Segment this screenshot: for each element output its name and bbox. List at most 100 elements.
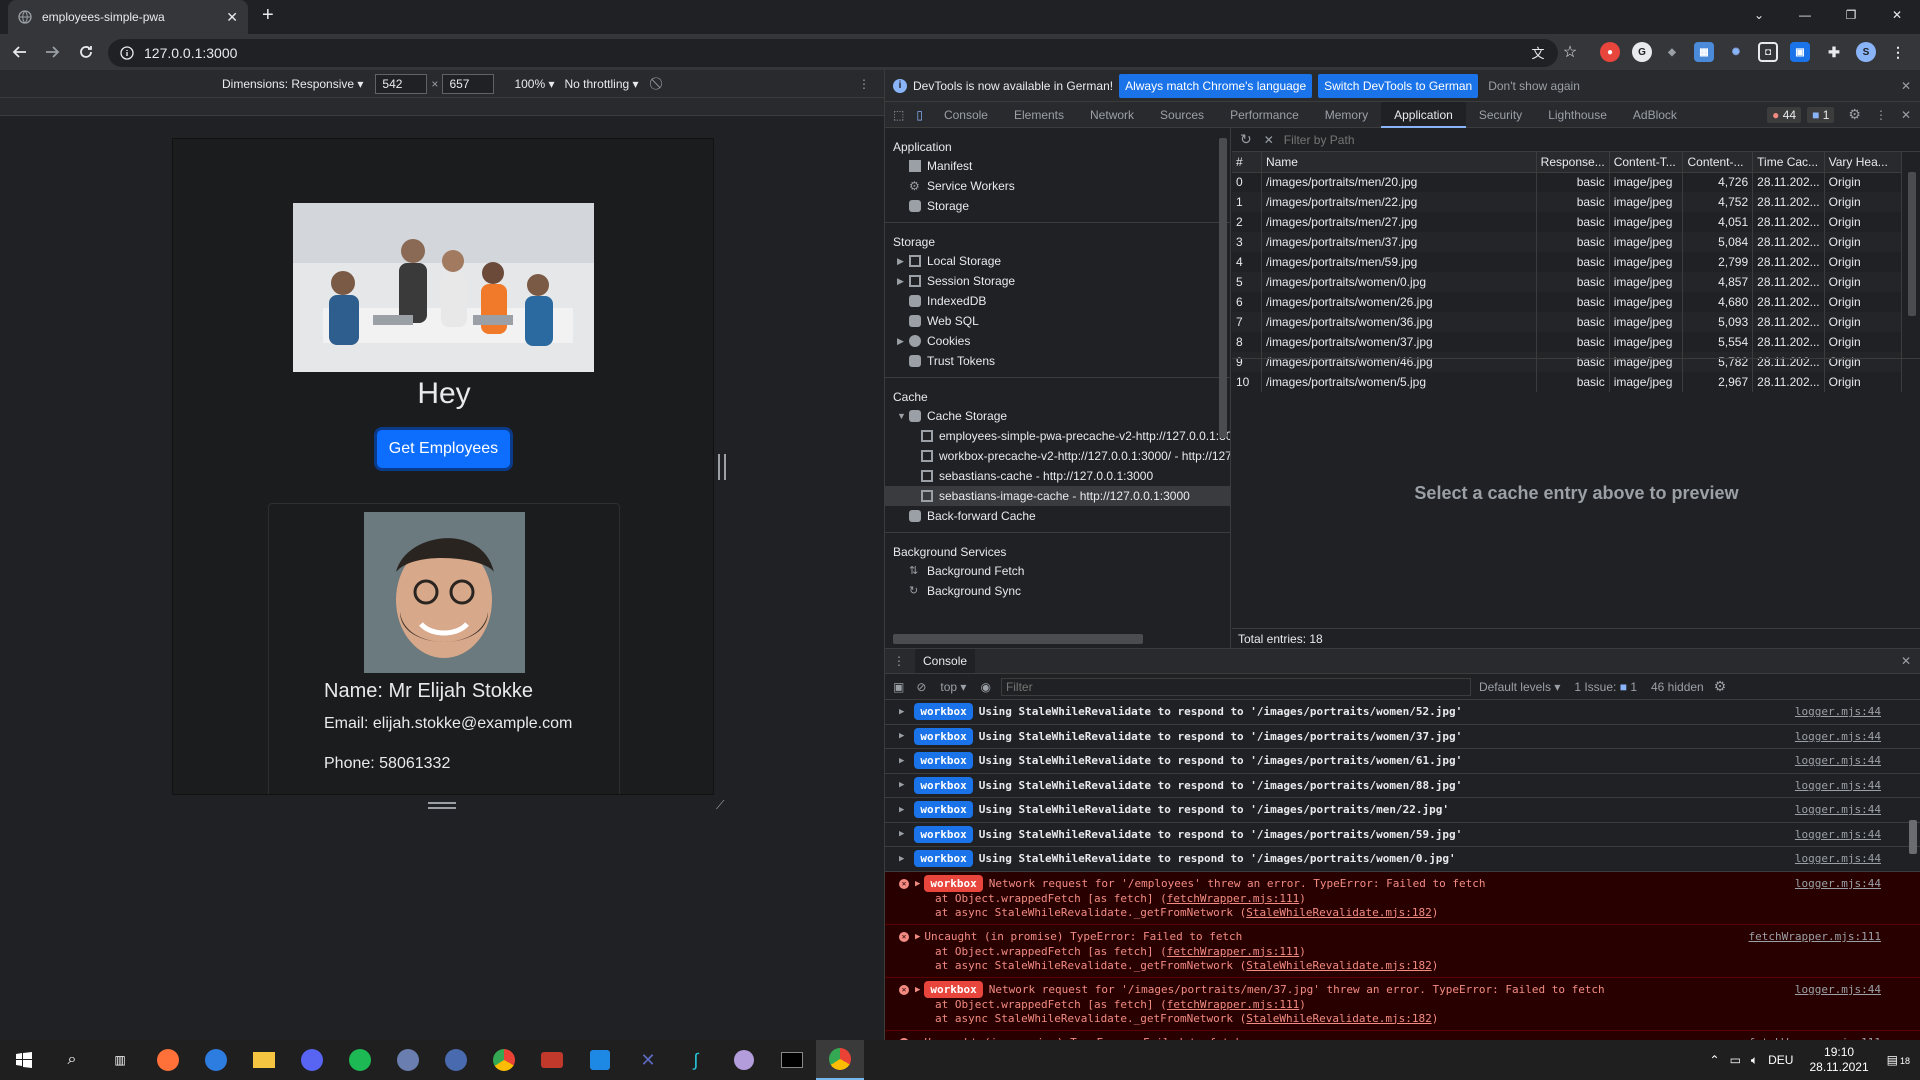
console-message[interactable]: ▶ workbox Using StaleWhileRevalidate to re… xyxy=(885,774,1920,798)
expand-arrow-icon[interactable]: ▶ xyxy=(899,756,904,766)
source-link[interactable]: logger.mjs:44 xyxy=(1795,730,1881,743)
tab-console[interactable]: Console xyxy=(931,102,1001,128)
sidebar-item-web-sql[interactable]: Web SQL xyxy=(885,311,1230,331)
live-expression-eye-icon[interactable]: ◉ xyxy=(980,680,990,694)
match-language-button[interactable]: Always match Chrome's language xyxy=(1119,73,1313,98)
spotify-icon[interactable] xyxy=(336,1040,384,1080)
stack-source-link[interactable]: fetchWrapper.mjs:111 xyxy=(1167,945,1299,958)
refresh-icon[interactable]: ↻ xyxy=(1240,131,1252,148)
extension-icon[interactable]: ◘ xyxy=(1758,42,1778,62)
table-row[interactable]: 2/images/portraits/men/27.jpg basic image/… xyxy=(1232,212,1903,232)
console-scrollbar[interactable] xyxy=(1909,820,1917,854)
source-link[interactable]: logger.mjs:44 xyxy=(1795,803,1881,816)
console-error[interactable]: ✕▶Uncaught (in promise) TypeError: Faile… xyxy=(885,1030,1920,1040)
chrome-icon[interactable] xyxy=(816,1040,864,1080)
tab-lighthouse[interactable]: Lighthouse xyxy=(1535,102,1620,128)
tab-network[interactable]: Network xyxy=(1077,102,1147,128)
right-resize-handle[interactable] xyxy=(718,454,726,480)
tab-sources[interactable]: Sources xyxy=(1147,102,1217,128)
firefox-icon[interactable] xyxy=(144,1040,192,1080)
sidebar-item-cookies[interactable]: ▶ Cookies xyxy=(885,331,1230,351)
console-error[interactable]: ✕ ▶ workbox Network request for '/images/po… xyxy=(885,977,1920,1031)
table-row[interactable]: 7/images/portraits/women/36.jpg basic imag… xyxy=(1232,312,1903,332)
console-message[interactable]: ▶ workbox Using StaleWhileRevalidate to re… xyxy=(885,798,1920,823)
network-icon[interactable]: ▭ xyxy=(1730,1053,1741,1067)
console-message[interactable]: ▶ workbox Using StaleWhileRevalidate to re… xyxy=(885,823,1920,847)
menu-kebab-icon[interactable]: ⋮ xyxy=(1888,42,1908,62)
expand-arrow-icon[interactable]: ▶ xyxy=(899,805,904,815)
adblock-extension-icon[interactable]: ● xyxy=(1600,42,1620,62)
extension-icon[interactable]: ▣ xyxy=(1790,42,1810,62)
sidebar-item-trust-tokens[interactable]: Trust Tokens xyxy=(885,351,1230,371)
grammarly-extension-icon[interactable]: G xyxy=(1632,42,1652,62)
expand-arrow-icon[interactable]: ▶ xyxy=(899,780,904,790)
app-icon[interactable]: ∫ xyxy=(672,1040,720,1080)
translate-icon[interactable]: 文 xyxy=(1526,40,1550,64)
table-row[interactable]: 8/images/portraits/women/37.jpg basic imag… xyxy=(1232,332,1903,352)
sidebar-item-local-storage[interactable]: ▶ Local Storage xyxy=(885,251,1230,271)
table-row[interactable]: 6/images/portraits/women/26.jpg basic imag… xyxy=(1232,292,1903,312)
context-selector[interactable]: top ▾ xyxy=(940,680,966,694)
expand-arrow-icon[interactable]: ▶ xyxy=(915,879,920,889)
dimensions-dropdown[interactable]: Dimensions: Responsive ▾ xyxy=(222,77,363,91)
sidebar-item-back-forward-cache[interactable]: Back-forward Cache xyxy=(885,506,1230,526)
profile-avatar[interactable]: S xyxy=(1856,42,1876,62)
tab-security[interactable]: Security xyxy=(1466,102,1535,128)
table-row[interactable]: 3/images/portraits/men/37.jpg basic image/… xyxy=(1232,232,1903,252)
clear-console-icon[interactable]: ⊘ xyxy=(916,680,926,694)
close-infobar-icon[interactable]: ✕ xyxy=(1901,79,1911,93)
vscode-icon[interactable] xyxy=(576,1040,624,1080)
console-error[interactable]: ✕ ▶ workbox Network request for '/employees… xyxy=(885,871,1920,925)
width-input[interactable] xyxy=(375,73,428,94)
file-explorer-icon[interactable] xyxy=(240,1040,288,1080)
source-link[interactable]: logger.mjs:44 xyxy=(1795,877,1881,890)
close-tab-icon[interactable]: ✕ xyxy=(226,9,238,26)
browser-tab[interactable]: employees-simple-pwa ✕ xyxy=(8,0,248,34)
source-link[interactable]: logger.mjs:44 xyxy=(1795,983,1881,996)
stack-source-link[interactable]: StaleWhileRevalidate.mjs:182 xyxy=(1246,959,1431,972)
drawer-menu-icon[interactable]: ⋮ xyxy=(893,654,905,668)
puzzle-extensions-icon[interactable]: ✚ xyxy=(1824,42,1844,62)
column-header[interactable]: # xyxy=(1232,152,1262,173)
close-devtools-icon[interactable]: ✕ xyxy=(1901,108,1911,122)
notifications-icon[interactable]: ▤ 18 xyxy=(1887,1053,1910,1067)
dont-show-again-button[interactable]: Don't show again xyxy=(1488,79,1580,93)
source-link[interactable]: fetchWrapper.mjs:111 xyxy=(1749,930,1881,943)
stack-source-link[interactable]: StaleWhileRevalidate.mjs:182 xyxy=(1246,1012,1431,1025)
tab-adblock[interactable]: AdBlock xyxy=(1620,102,1690,128)
app-icon[interactable] xyxy=(384,1040,432,1080)
expand-arrow-icon[interactable]: ▶ xyxy=(899,829,904,839)
extension-icon[interactable]: ✺ xyxy=(1726,42,1746,62)
stack-source-link[interactable]: StaleWhileRevalidate.mjs:182 xyxy=(1246,906,1431,919)
devtools-menu-icon[interactable]: ⋮ xyxy=(1875,108,1887,122)
sidebar-item-background-sync[interactable]: ↻ Background Sync xyxy=(885,581,1230,601)
extension-icon[interactable]: ▦ xyxy=(1694,42,1714,62)
source-link[interactable]: logger.mjs:44 xyxy=(1795,852,1881,865)
discord-icon[interactable] xyxy=(288,1040,336,1080)
volume-icon[interactable]: 🔈︎ xyxy=(1751,1053,1758,1068)
console-filter-input[interactable] xyxy=(1000,677,1471,696)
media-query-bar[interactable] xyxy=(0,98,884,116)
task-view-icon[interactable]: ▥ xyxy=(96,1040,144,1080)
tab-search-icon[interactable]: ⌄ xyxy=(1736,0,1782,30)
drawer-tab-console[interactable]: Console xyxy=(915,649,976,673)
bookmark-star-icon[interactable]: ☆ xyxy=(1558,40,1582,64)
close-drawer-icon[interactable]: ✕ xyxy=(1901,654,1911,668)
firefox-dev-icon[interactable] xyxy=(192,1040,240,1080)
console-message[interactable]: ▶ workbox Using StaleWhileRevalidate to re… xyxy=(885,749,1920,774)
message-count-badge[interactable]: ■ 1 xyxy=(1807,106,1835,123)
info-icon[interactable] xyxy=(120,46,134,60)
column-header[interactable]: Time Cac... xyxy=(1752,152,1825,173)
column-header[interactable]: Vary Hea... xyxy=(1824,152,1903,173)
inspect-element-icon[interactable]: ⬚ xyxy=(893,108,904,122)
table-vertical-scrollbar[interactable] xyxy=(1908,172,1916,316)
new-tab-button[interactable]: + xyxy=(262,4,274,27)
column-header[interactable]: Response... xyxy=(1536,152,1610,173)
expand-arrow-icon[interactable]: ▶ xyxy=(915,932,920,942)
sidebar-cache-entry[interactable]: sebastians-cache - http://127.0.0.1:3000 xyxy=(885,466,1230,486)
table-row[interactable]: 0/images/portraits/men/20.jpg basic image/… xyxy=(1232,172,1903,192)
sidebar-item-service-workers[interactable]: ⚙ Service Workers xyxy=(885,176,1230,196)
console-message[interactable]: ▶ workbox Using StaleWhileRevalidate to re… xyxy=(885,847,1920,872)
column-header[interactable]: Content-T... xyxy=(1609,152,1684,173)
app-icon[interactable]: ✕ xyxy=(624,1040,672,1080)
